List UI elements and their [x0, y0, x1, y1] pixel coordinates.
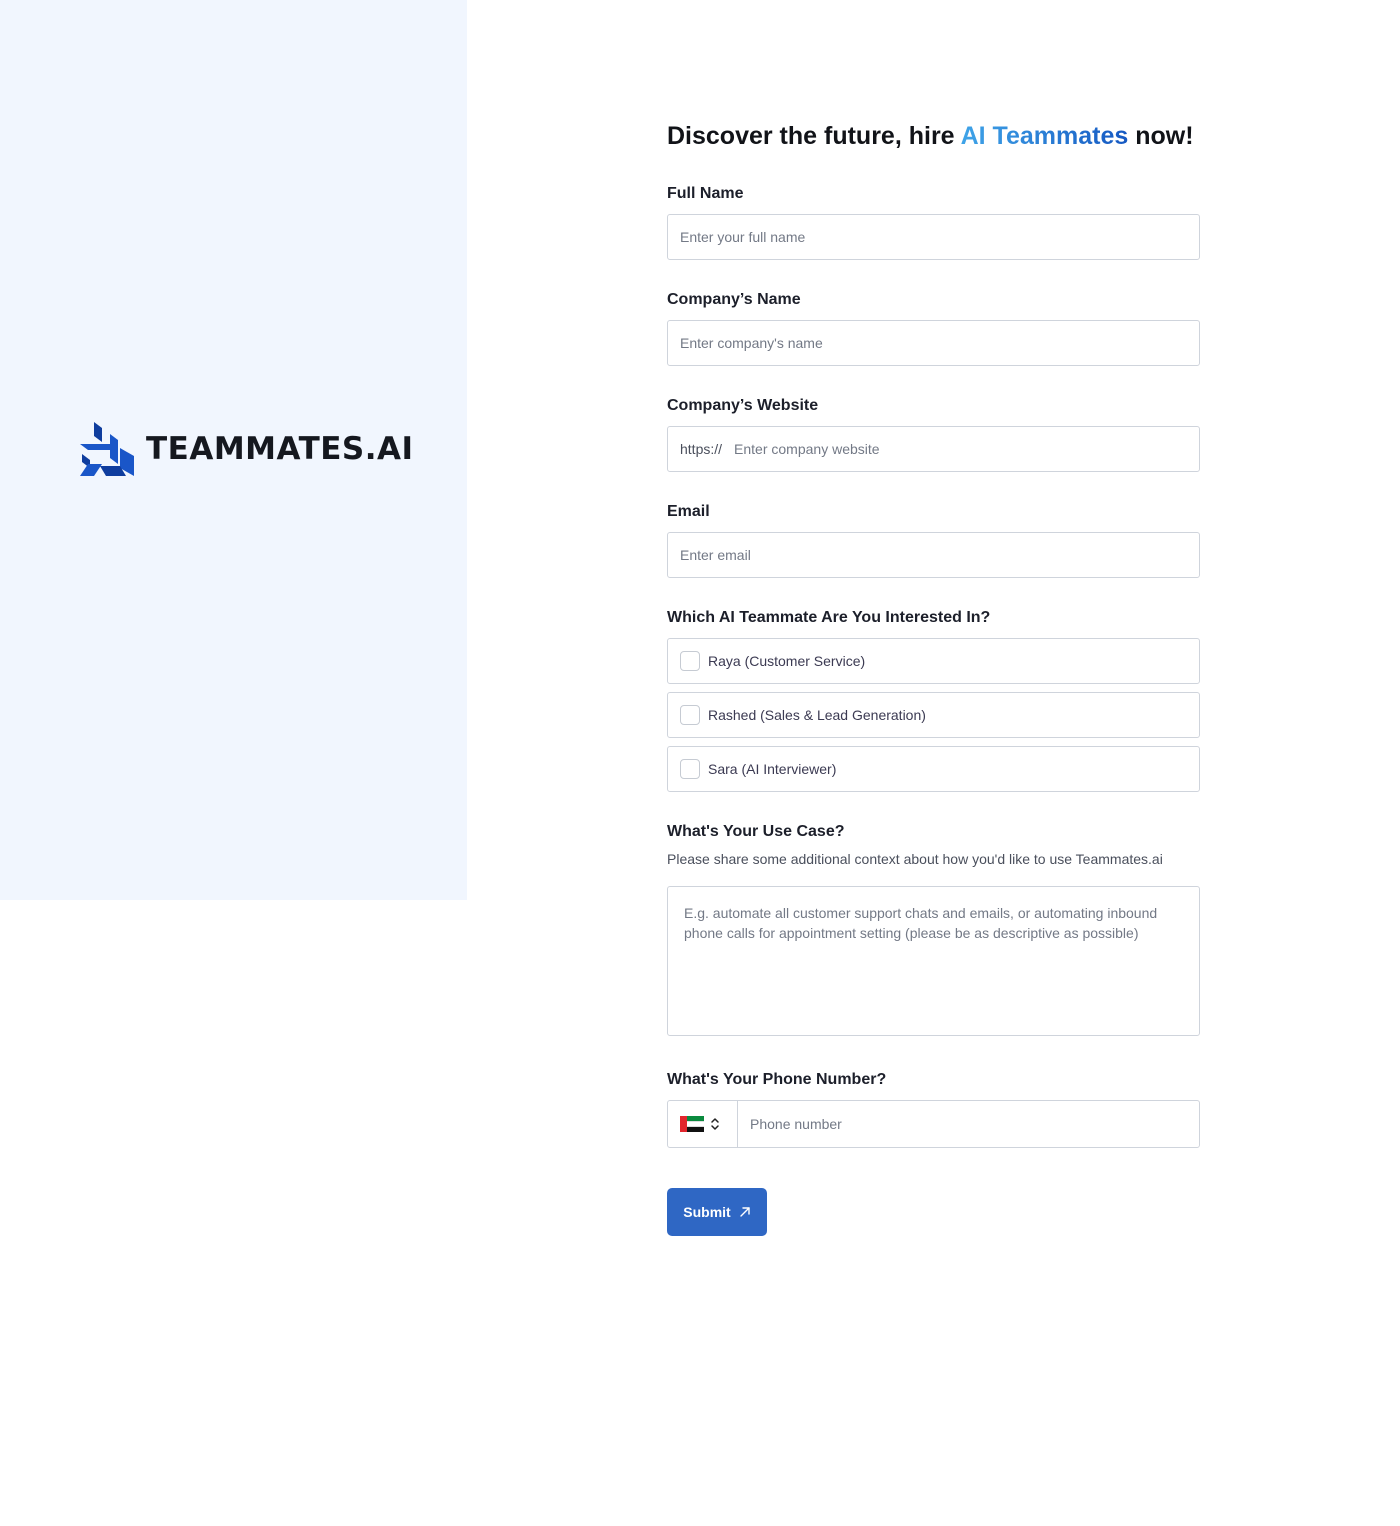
- email-input-box[interactable]: [667, 532, 1200, 578]
- title-prefix: Discover the future, hire: [667, 122, 961, 150]
- full-name-input-box[interactable]: [667, 214, 1200, 260]
- phone-input-group: [667, 1100, 1200, 1148]
- use-case-textarea-box[interactable]: [667, 886, 1200, 1036]
- submit-label: Submit: [683, 1204, 731, 1220]
- title-suffix: now!: [1128, 122, 1194, 150]
- checkbox[interactable]: [680, 705, 700, 725]
- company-website-field: Company’s Website https://: [667, 396, 1200, 472]
- teammate-option-sara[interactable]: Sara (AI Interviewer): [667, 746, 1200, 792]
- company-website-label: Company’s Website: [667, 397, 819, 414]
- country-code-select[interactable]: [668, 1101, 738, 1147]
- teammates-logo-icon: [80, 422, 134, 476]
- company-name-field: Company’s Name: [667, 290, 1200, 366]
- checkbox[interactable]: [680, 651, 700, 671]
- company-website-input-box[interactable]: https://: [667, 426, 1200, 472]
- chevron-up-down-icon: [711, 1118, 719, 1130]
- use-case-textarea[interactable]: [684, 903, 1183, 1019]
- company-name-input-box[interactable]: [667, 320, 1200, 366]
- use-case-help-text: Please share some additional context abo…: [667, 851, 1163, 867]
- checkbox[interactable]: [680, 759, 700, 779]
- company-name-input[interactable]: [680, 335, 1187, 351]
- brand-panel: TEAMMATES.AI: [0, 0, 467, 900]
- signup-form: Discover the future, hire AI Teammates n…: [667, 118, 1200, 1236]
- teammate-option-label: Raya (Customer Service): [708, 653, 866, 669]
- phone-input[interactable]: [750, 1116, 1187, 1132]
- phone-field: What's Your Phone Number?: [667, 1070, 1200, 1148]
- teammate-option-rashed[interactable]: Rashed (Sales & Lead Generation): [667, 692, 1200, 738]
- company-name-label: Company’s Name: [667, 291, 801, 308]
- full-name-input[interactable]: [680, 229, 1187, 245]
- email-label: Email: [667, 503, 710, 520]
- teammates-logo[interactable]: TEAMMATES.AI: [80, 420, 414, 478]
- email-field: Email: [667, 502, 1200, 578]
- url-prefix: https://: [680, 441, 723, 457]
- uae-flag-icon: [680, 1116, 704, 1133]
- teammate-option-label: Rashed (Sales & Lead Generation): [708, 707, 926, 723]
- teammate-option-label: Sara (AI Interviewer): [708, 761, 837, 777]
- teammate-label: Which AI Teammate Are You Interested In?: [667, 609, 991, 626]
- phone-label: What's Your Phone Number?: [667, 1071, 887, 1088]
- teammate-field: Which AI Teammate Are You Interested In?…: [667, 608, 1200, 792]
- teammate-option-raya[interactable]: Raya (Customer Service): [667, 638, 1200, 684]
- page-title: Discover the future, hire AI Teammates n…: [667, 118, 1200, 154]
- logo-wordmark: TEAMMATES.AI: [146, 431, 414, 467]
- full-name-field: Full Name: [667, 184, 1200, 260]
- phone-input-box[interactable]: [738, 1101, 1199, 1147]
- use-case-label: What's Your Use Case?: [667, 823, 845, 840]
- email-input[interactable]: [680, 547, 1187, 563]
- company-website-input[interactable]: [734, 441, 1187, 457]
- full-name-label: Full Name: [667, 185, 744, 202]
- title-accent: AI Teammates: [960, 122, 1129, 150]
- arrow-up-right-icon: [740, 1207, 750, 1217]
- use-case-field: What's Your Use Case? Please share some …: [667, 822, 1200, 1036]
- submit-button[interactable]: Submit: [667, 1188, 767, 1236]
